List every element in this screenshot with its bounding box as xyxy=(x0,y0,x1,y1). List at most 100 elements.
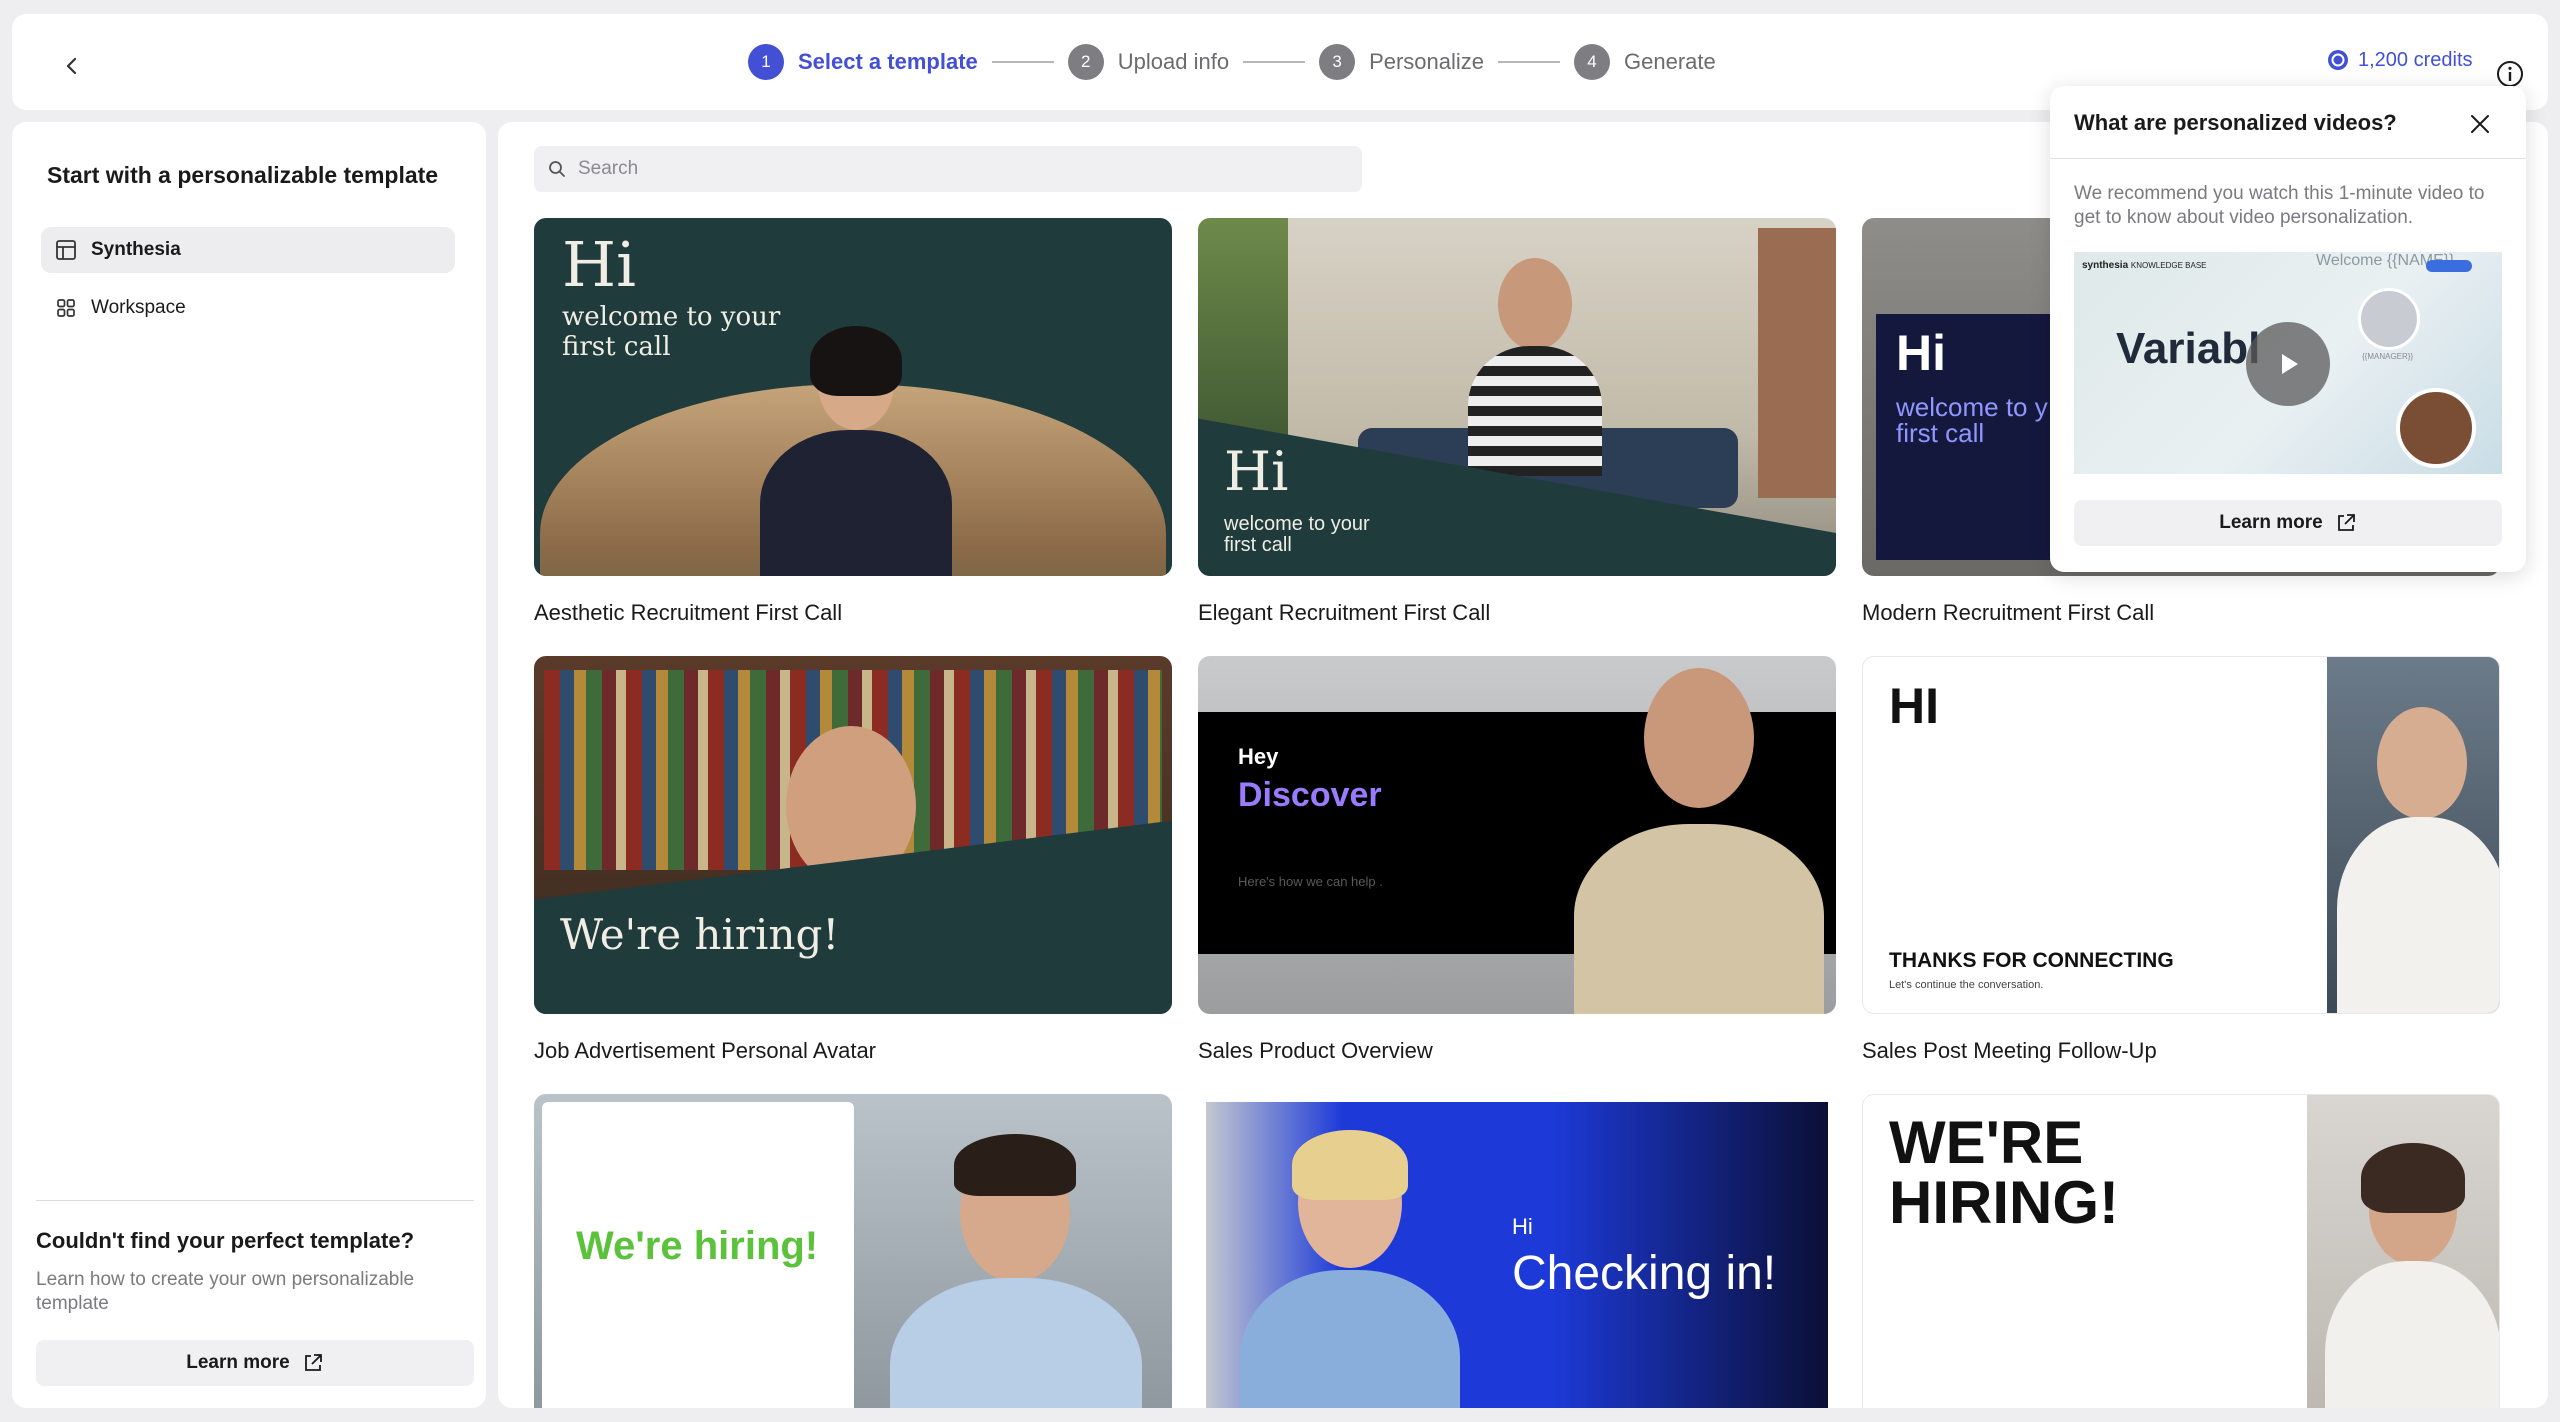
template-card[interactable]: WE'RE HIRING! xyxy=(1862,1094,2500,1408)
learn-more-label: Learn more xyxy=(2219,512,2323,533)
template-card[interactable]: Hi welcome to your first call Aesthetic … xyxy=(534,218,1172,626)
thumbnail-heading: Hi xyxy=(1224,440,1289,503)
close-icon xyxy=(2471,115,2489,133)
video-big-text: Variabl xyxy=(2116,324,2261,373)
popover-description: We recommend you watch this 1-minute vid… xyxy=(2074,183,2485,228)
thumbnail-line: first call xyxy=(1224,534,1292,556)
avatar-body-image xyxy=(1468,346,1602,476)
thumbnail-heading: Checking in! xyxy=(1512,1247,1777,1300)
popover-divider xyxy=(2050,158,2526,159)
template-thumbnail: Hi Checking in! xyxy=(1198,1094,1836,1408)
grid-icon xyxy=(57,299,75,317)
search-icon xyxy=(549,161,565,177)
template-title: Sales Post Meeting Follow-Up xyxy=(1862,1038,2157,1063)
template-icon xyxy=(56,240,76,260)
hair-image xyxy=(954,1134,1076,1196)
thumbnail-line: first call xyxy=(1896,418,1985,448)
template-card[interactable]: We're hiring! Job Advertisement Personal… xyxy=(534,656,1172,1064)
learn-more-button[interactable]: Learn more xyxy=(2074,500,2502,546)
hair-image xyxy=(810,326,902,396)
learn-more-label: Learn more xyxy=(186,1352,290,1373)
step-label: Select a template xyxy=(798,49,978,74)
step-connector xyxy=(1498,61,1561,63)
step-label: Generate xyxy=(1624,49,1716,74)
thumbnail-small-text: Hi xyxy=(1512,1214,1533,1239)
learn-more-button[interactable]: Learn more xyxy=(36,1340,474,1386)
thumbnail-line: welcome to y xyxy=(1896,392,2048,422)
personalized-videos-popover: What are personalized videos? We recomme… xyxy=(2050,86,2526,572)
thumbnail-line: HIRING! xyxy=(1889,1169,2119,1236)
play-icon xyxy=(2282,354,2298,374)
sidebar-footer-title: Couldn't find your perfect template? xyxy=(36,1228,415,1253)
avatar-body-image xyxy=(760,430,952,576)
credits-icon xyxy=(2328,50,2348,70)
template-card[interactable]: Hi welcome to your first call Elegant Re… xyxy=(1198,218,1836,626)
video-brand-name: synthesia xyxy=(2082,260,2129,271)
sidebar-item-workspace[interactable]: Workspace xyxy=(41,285,455,331)
back-button[interactable] xyxy=(54,48,90,84)
step-connector xyxy=(1243,61,1306,63)
credits-indicator[interactable]: 1,200 credits xyxy=(2326,48,2473,72)
template-card[interactable]: We're hiring! xyxy=(534,1094,1172,1408)
sidebar-item-label: Workspace xyxy=(91,297,186,318)
sidebar-footer-description: Learn how to create your own personaliza… xyxy=(36,1269,415,1314)
step-number: 1 xyxy=(748,44,784,80)
step-generate[interactable]: 4 Generate xyxy=(1574,44,1716,80)
step-upload-info[interactable]: 2 Upload info xyxy=(1067,44,1229,80)
template-thumbnail: Hey Discover Here's how we can help . xyxy=(1198,656,1836,1014)
template-card[interactable]: Hi Checking in! xyxy=(1198,1094,1836,1408)
close-button[interactable] xyxy=(2462,106,2498,142)
video-brand-sub: KNOWLEDGE BASE xyxy=(2130,261,2207,270)
step-select-template[interactable]: 1 Select a template xyxy=(748,44,978,80)
step-personalize[interactable]: 3 Personalize xyxy=(1319,44,1484,80)
thumbnail-small-text: Hey xyxy=(1238,744,1279,769)
video-badge xyxy=(2426,260,2472,272)
template-title: Job Advertisement Personal Avatar xyxy=(534,1038,877,1063)
sidebar-divider xyxy=(36,1200,474,1201)
thumbnail-heading: We're hiring! xyxy=(560,910,840,959)
thumbnail-subtext: welcome to your first call xyxy=(562,302,780,362)
popover-title: What are personalized videos? xyxy=(2074,110,2397,135)
search-bar[interactable] xyxy=(534,146,1362,192)
step-number: 2 xyxy=(1067,44,1104,80)
video-manager-text: {{MANAGER}} xyxy=(2362,352,2414,361)
video-thumbnail[interactable]: synthesia KNOWLEDGE BASE Welcome {{NAME}… xyxy=(2074,252,2502,474)
thumbnail-line: welcome to your xyxy=(562,302,781,332)
thumbnail-heading: WE'RE HIRING! xyxy=(1889,1113,2119,1233)
avatar-image xyxy=(2396,388,2476,468)
chevron-left-icon xyxy=(66,57,77,75)
template-title: Modern Recruitment First Call xyxy=(1862,600,2155,625)
template-thumbnail: Hi welcome to your first call xyxy=(1198,218,1836,576)
step-number: 4 xyxy=(1574,44,1611,80)
avatar-body-image xyxy=(2337,817,2499,1013)
thumbnail-subtext: welcome to your first call xyxy=(1224,514,1370,556)
thumbnail-line: THANKS FOR CONNECTING xyxy=(1889,949,2174,972)
template-thumbnail: We're hiring! xyxy=(534,1094,1172,1408)
brick-wall-image xyxy=(1758,228,1836,498)
stepper: 1 Select a template 2 Upload info 3 Pers… xyxy=(748,42,1716,82)
play-button[interactable] xyxy=(2246,322,2330,406)
sidebar: Start with a personalizable template Syn… xyxy=(12,122,486,1408)
sidebar-item-label: Synthesia xyxy=(91,239,181,260)
info-button[interactable] xyxy=(2496,60,2524,88)
hair-image xyxy=(2361,1143,2465,1213)
thumbnail-subtext: welcome to y first call xyxy=(1896,394,2048,446)
search-input[interactable] xyxy=(578,158,1338,180)
avatar-image xyxy=(2377,707,2467,819)
thumbnail-line: first call xyxy=(562,332,671,362)
video-brand: synthesia KNOWLEDGE BASE xyxy=(2082,260,2207,271)
thumbnail-heading: Hi xyxy=(1896,325,1946,381)
template-thumbnail: Hi welcome to your first call xyxy=(534,218,1172,576)
thumbnail-subtext: Here's how we can help . xyxy=(1238,874,1383,889)
step-label: Personalize xyxy=(1369,49,1485,74)
avatar-body-image xyxy=(1574,824,1824,1014)
credits-label: 1,200 credits xyxy=(2358,48,2473,71)
sidebar-title: Start with a personalizable template xyxy=(47,162,439,188)
template-thumbnail: HI THANKS FOR CONNECTING Let's continue … xyxy=(1862,656,2500,1014)
template-title: Elegant Recruitment First Call xyxy=(1198,600,1491,625)
template-thumbnail: WE'RE HIRING! xyxy=(1862,1094,2500,1408)
template-card[interactable]: HI THANKS FOR CONNECTING Let's continue … xyxy=(1862,656,2500,1064)
step-connector xyxy=(991,61,1054,63)
template-card[interactable]: Hey Discover Here's how we can help . Sa… xyxy=(1198,656,1836,1064)
sidebar-item-synthesia[interactable]: Synthesia xyxy=(41,227,455,273)
